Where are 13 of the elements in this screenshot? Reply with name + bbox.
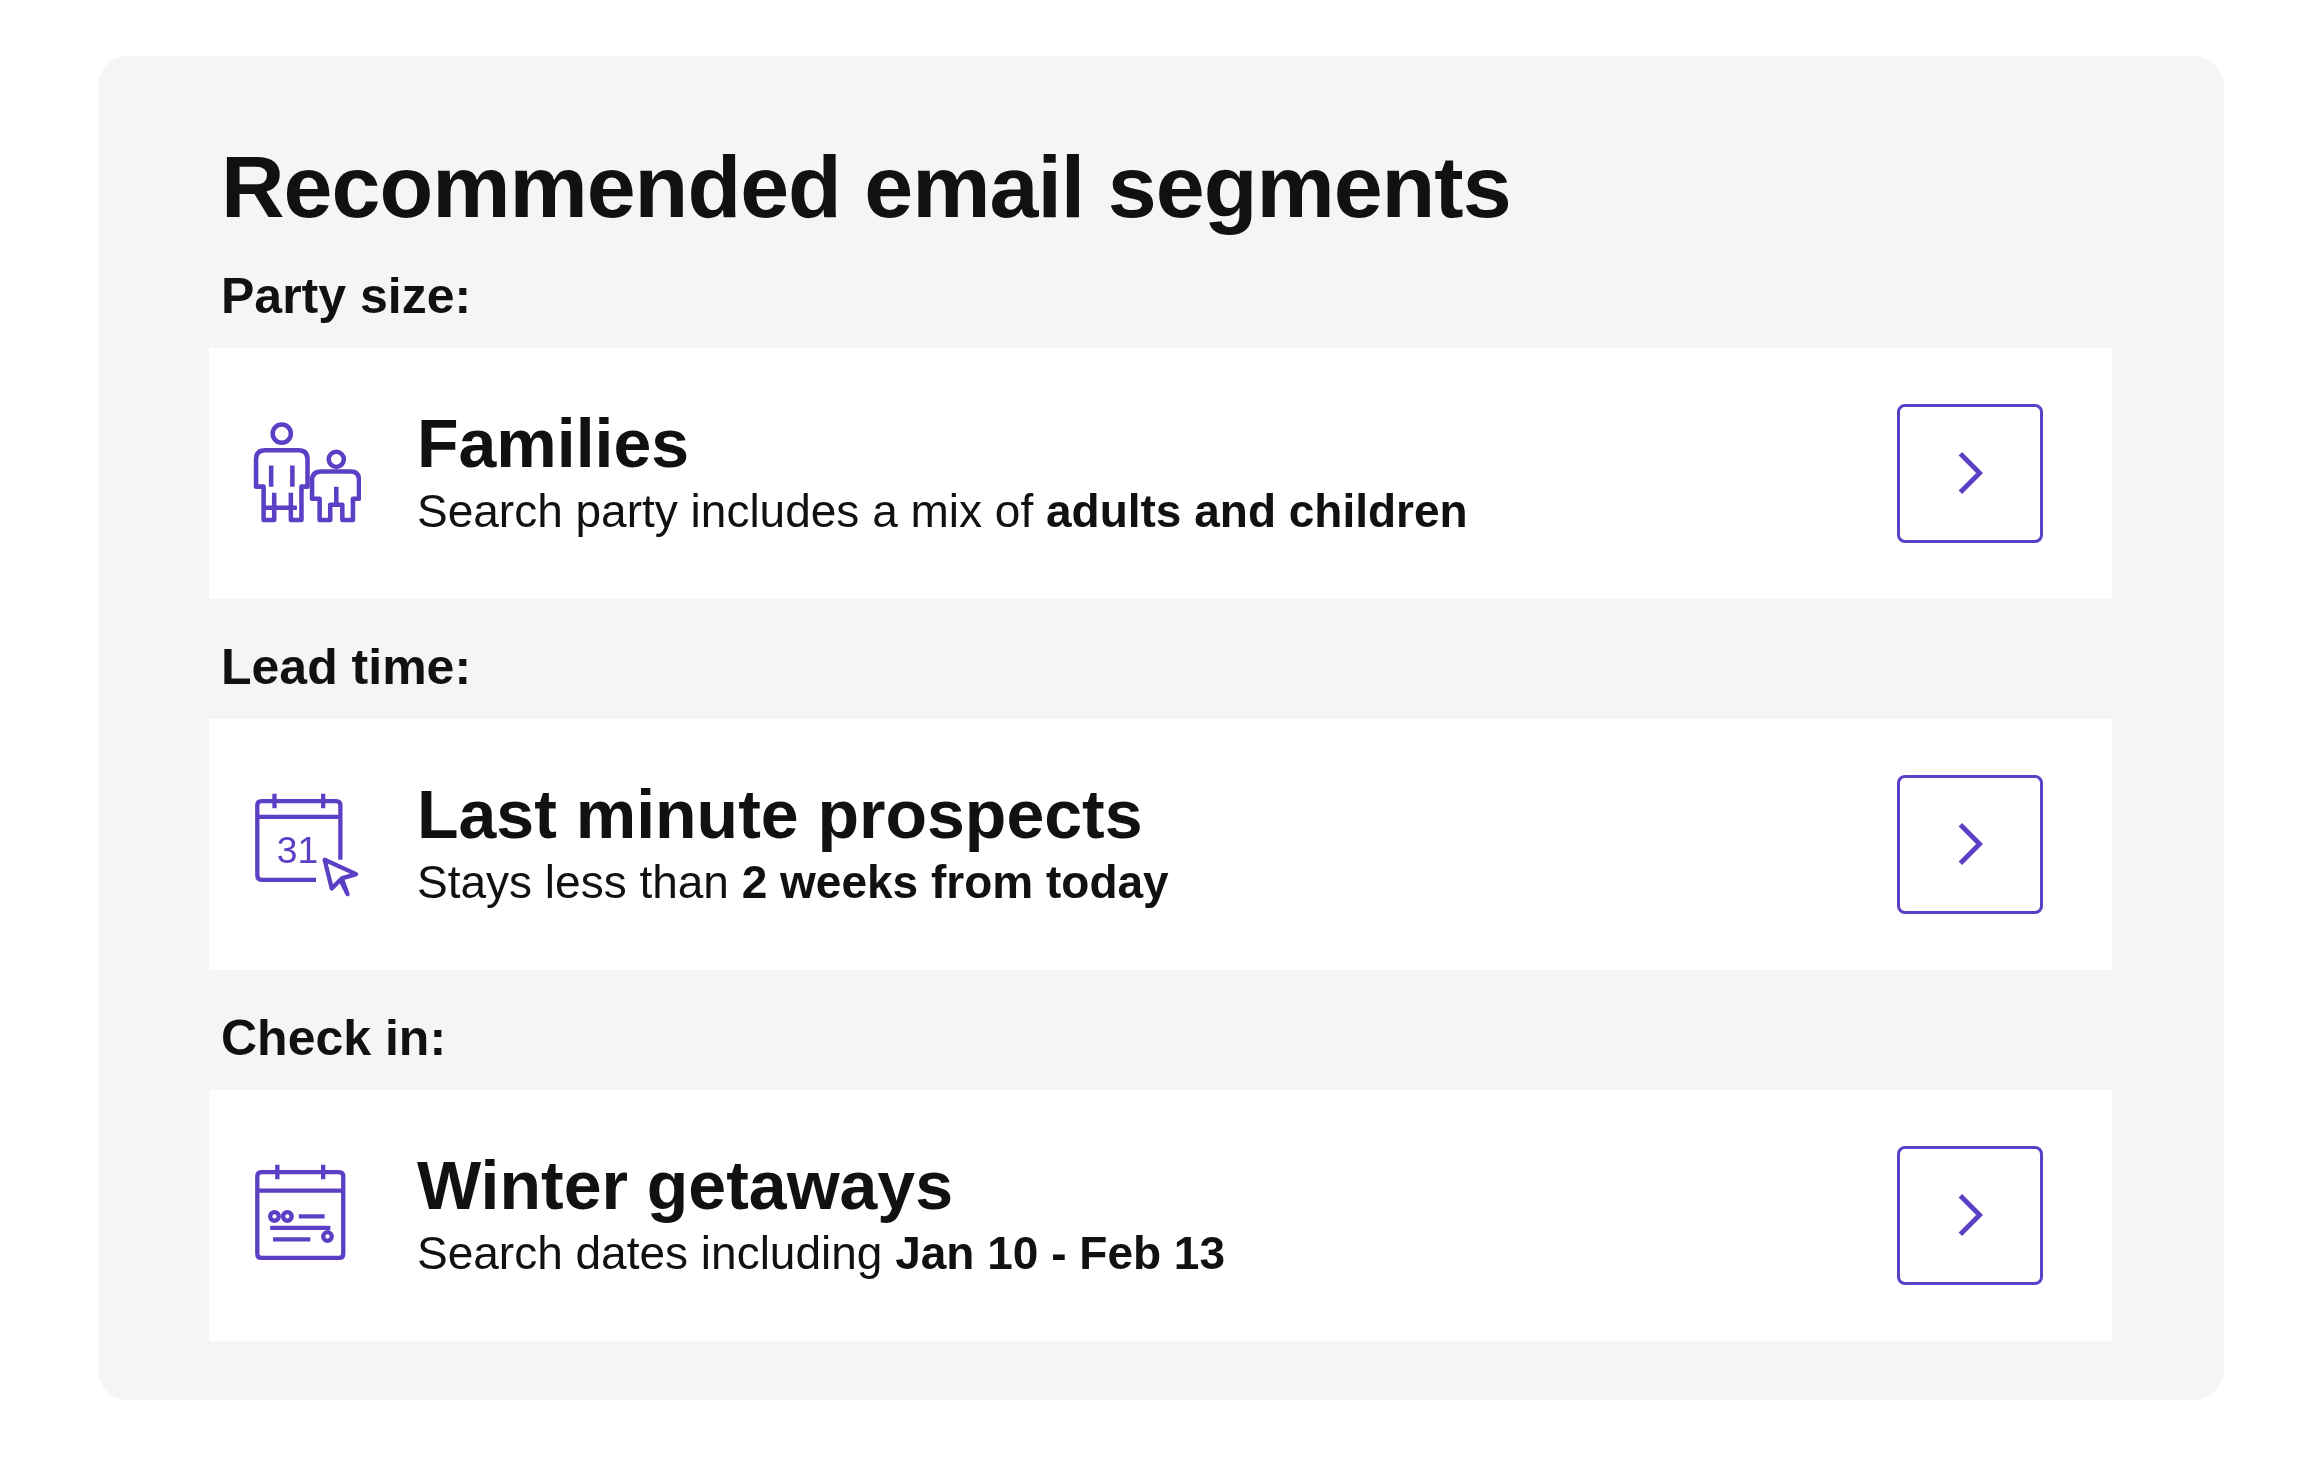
section-label: Lead time:	[221, 637, 473, 697]
segment-title: Last minute prospects	[417, 775, 1144, 854]
segment-description: Search party includes a mix of adults and children	[417, 484, 1469, 540]
segment-description: Stays less than 2 weeks from today	[417, 855, 1170, 911]
segment-title: Families	[417, 404, 691, 483]
segment-title: Winter getaways	[417, 1146, 954, 1225]
open-segment-button[interactable]	[1897, 403, 2043, 543]
section-label: Check in:	[221, 1008, 448, 1068]
segment-description: Search dates including Jan 10 - Feb 13	[417, 1226, 1227, 1282]
open-segment-button[interactable]	[1897, 1145, 2043, 1285]
page-title: Recommended email segments	[221, 136, 1512, 238]
section-label: Party size:	[221, 266, 473, 326]
open-segment-button[interactable]	[1897, 774, 2043, 914]
